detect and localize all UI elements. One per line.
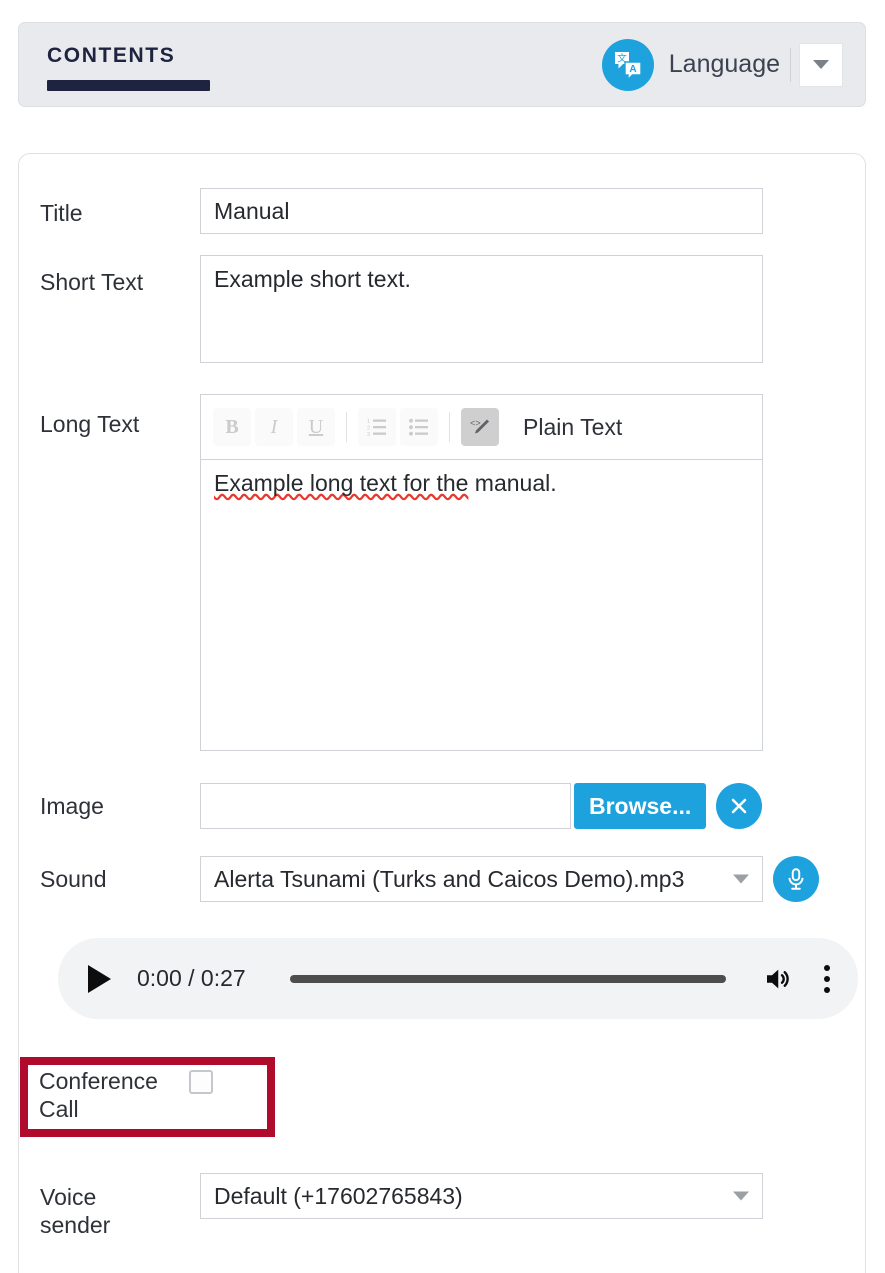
contents-header-bar: CONTENTS 文 A Language xyxy=(18,22,866,107)
chevron-down-icon xyxy=(733,1191,749,1201)
long-text-label: Long Text xyxy=(40,411,140,437)
chevron-down-icon xyxy=(733,874,749,884)
record-sound-button[interactable] xyxy=(773,856,819,902)
sound-label: Sound xyxy=(40,865,107,892)
field-row-image: Image Browse... xyxy=(40,783,850,829)
short-text-input[interactable]: Example short text. xyxy=(200,255,763,363)
voice-sender-select[interactable]: Default (+17602765843) xyxy=(200,1173,763,1219)
content-form-panel: Title Short Text Example short text. Lon… xyxy=(18,153,866,1273)
language-dropdown-button[interactable] xyxy=(799,42,843,87)
audio-more-options-button[interactable] xyxy=(824,964,830,993)
browse-button[interactable]: Browse... xyxy=(574,783,707,829)
translate-icon: 文 A xyxy=(601,38,654,91)
close-icon xyxy=(731,798,747,814)
clear-image-button[interactable] xyxy=(716,783,763,829)
svg-text:1: 1 xyxy=(367,419,370,425)
audio-player: 0:00 / 0:27 xyxy=(58,938,858,1019)
tab-contents-label: CONTENTS xyxy=(47,43,176,67)
underline-button[interactable]: U xyxy=(297,408,335,446)
source-edit-button[interactable]: <> xyxy=(461,408,499,446)
conference-call-checkbox[interactable] xyxy=(189,1070,213,1094)
voice-sender-selected-value: Default (+17602765843) xyxy=(214,1182,463,1209)
voice-sender-label: Voice sender xyxy=(40,1184,111,1239)
kebab-dot-1 xyxy=(824,964,830,971)
italic-button[interactable]: I xyxy=(255,408,293,446)
volume-icon xyxy=(767,969,789,988)
contents-form-page: CONTENTS 文 A Language Title Manual Short… xyxy=(0,0,885,1273)
sound-selected-value: Alerta Tsunami (Turks and Caicos Demo).m… xyxy=(214,865,685,892)
field-row-sound: Sound Alerta Tsunami (Turks and Caicos D… xyxy=(40,856,850,902)
long-text-input[interactable]: Example long text for the manual. xyxy=(200,460,763,751)
unordered-list-icon xyxy=(409,418,428,436)
sound-select[interactable]: Alerta Tsunami (Turks and Caicos Demo).m… xyxy=(200,856,763,902)
language-label: Language xyxy=(668,50,780,78)
kebab-dot-3 xyxy=(824,986,830,993)
long-text-rest: manual. xyxy=(468,470,557,496)
field-row-voice-sender: Voice sender Default (+17602765843) xyxy=(40,1173,850,1239)
image-label: Image xyxy=(40,792,104,819)
kebab-dot-2 xyxy=(824,975,830,982)
title-label: Title xyxy=(40,200,83,226)
field-row-title: Title xyxy=(40,188,850,234)
audio-time-display: 0:00 / 0:27 xyxy=(137,965,246,991)
source-code-pencil-icon: <> xyxy=(470,419,489,434)
microphone-icon xyxy=(788,868,804,890)
svg-text:3: 3 xyxy=(367,432,370,438)
short-text-label: Short Text xyxy=(40,269,144,295)
unordered-list-button[interactable] xyxy=(400,408,438,446)
tab-contents[interactable]: CONTENTS xyxy=(47,39,210,91)
ordered-list-icon: 1 2 3 xyxy=(367,419,386,438)
volume-button[interactable] xyxy=(762,964,792,994)
chevron-down-icon xyxy=(813,60,829,69)
long-text-misspelled: Example long text for the xyxy=(214,470,469,496)
rich-text-editor: B I U 1 2 3 <> Plain Text Example long t… xyxy=(200,394,763,751)
language-divider xyxy=(790,47,791,82)
ordered-list-button[interactable]: 1 2 3 xyxy=(358,408,396,446)
editor-mode-label: Plain Text xyxy=(523,413,623,440)
svg-text:2: 2 xyxy=(367,426,370,432)
tab-active-indicator xyxy=(47,79,210,91)
toolbar-divider-2 xyxy=(449,412,450,442)
editor-toolbar: B I U 1 2 3 <> Plain Text xyxy=(200,394,763,460)
bold-button[interactable]: B xyxy=(213,408,251,446)
field-row-long-text: Long Text B I U 1 2 3 <> Plain Text Exam… xyxy=(40,394,850,751)
audio-progress-bar[interactable] xyxy=(289,974,726,983)
image-path-input[interactable] xyxy=(200,783,571,829)
title-input[interactable] xyxy=(200,188,763,234)
conference-call-label: Conference Call xyxy=(39,1068,158,1123)
play-icon[interactable] xyxy=(88,964,111,993)
svg-text:A: A xyxy=(629,64,636,75)
toolbar-divider xyxy=(346,412,347,442)
field-row-short-text: Short Text Example short text. xyxy=(40,255,850,363)
language-selector[interactable]: 文 A Language xyxy=(601,38,843,91)
field-row-conference-call: Conference Call xyxy=(39,1067,259,1127)
